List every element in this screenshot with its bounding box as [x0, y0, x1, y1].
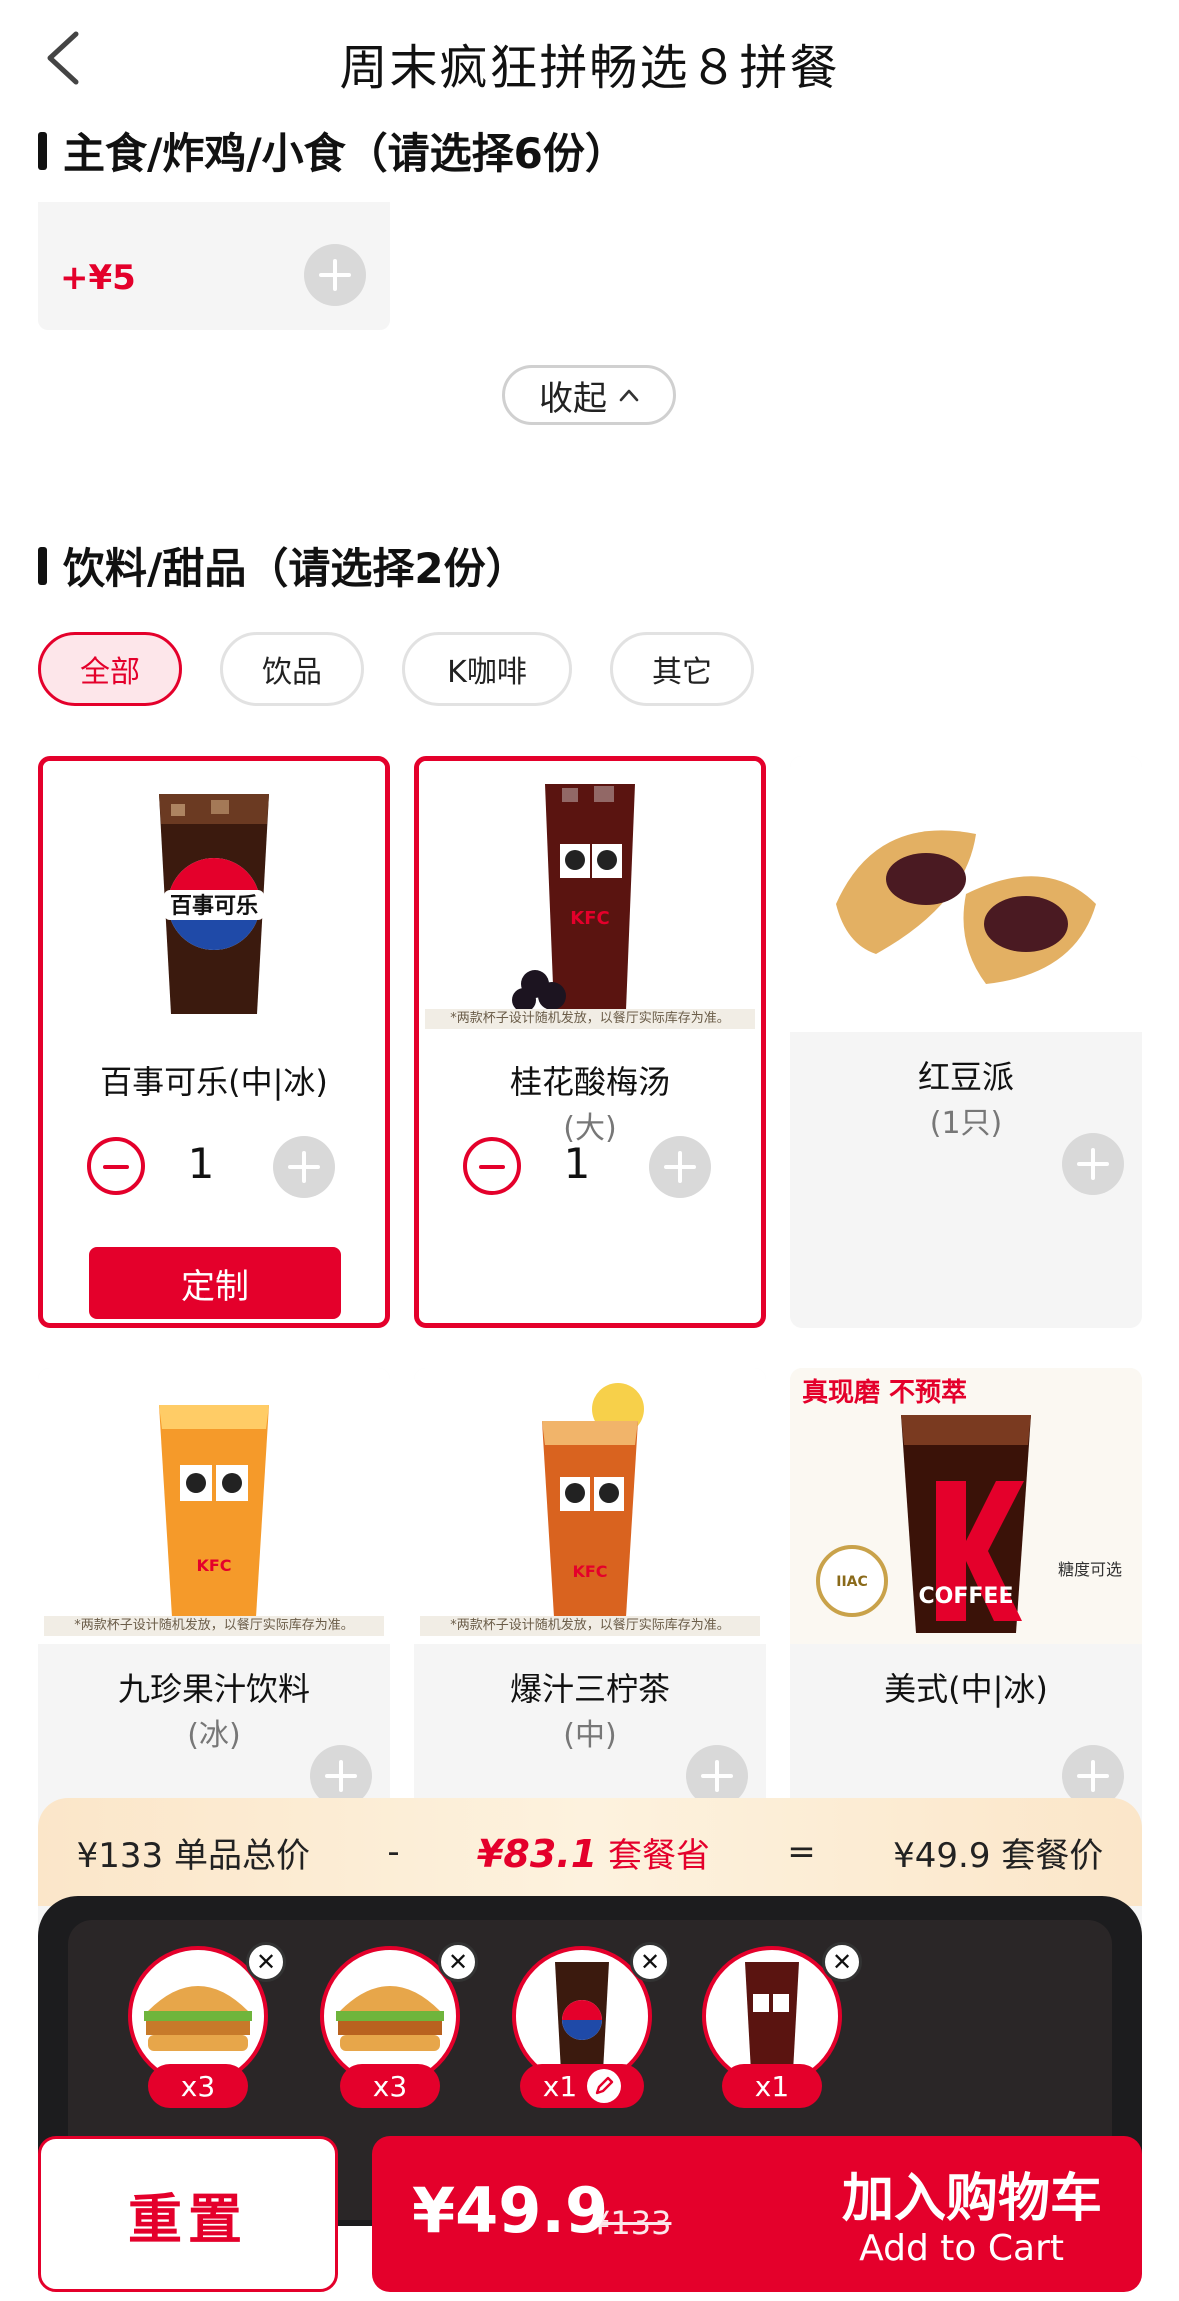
burger-icon — [336, 1986, 444, 2051]
add-to-cart-button[interactable]: ¥49.9 ¥133 加入购物车 Add to Cart — [372, 2136, 1142, 2292]
remove-item-icon[interactable]: ✕ — [630, 1942, 670, 1982]
add-icon[interactable] — [304, 244, 366, 306]
edit-icon[interactable] — [587, 2069, 622, 2103]
medal-text: IIAC — [836, 1574, 868, 1590]
lemon-tea-cup-icon: KFC — [542, 1383, 644, 1617]
product-image: KFC — [38, 1368, 390, 1644]
quantity-stepper: 1 — [463, 1136, 727, 1201]
product-name: 九珍果汁饮料 — [117, 1670, 310, 1708]
product-image: KFC — [414, 1368, 766, 1644]
equals-sign: = — [787, 1832, 816, 1872]
product-name: 桂花酸梅汤 — [509, 1063, 670, 1101]
product-image: 真现磨 不预萃 COFFEE IIAC 糖度可选 — [790, 1368, 1142, 1644]
product-image: 百事可乐 — [43, 761, 385, 1037]
original-total: ¥133 单品总价 — [76, 1835, 310, 1876]
section-marker — [38, 546, 47, 585]
cart-price: ¥49.9 — [412, 2174, 609, 2247]
cup-brand-text: KFC — [570, 908, 609, 929]
savings: ¥83.1 套餐省 — [477, 1828, 710, 1877]
product-image: KFC — [419, 761, 761, 1037]
cup-brand-text: 百事可乐 — [170, 893, 258, 919]
cup-brand-text: KFC — [572, 1562, 607, 1581]
section-title-drinks: 饮料/甜品（请选择2份） — [38, 535, 528, 596]
fresh-ground-badge: 真现磨 不预萃 — [802, 1378, 967, 1408]
tray-item-count: x1 — [542, 2069, 578, 2103]
coffee-cup-text: COFFEE — [919, 1584, 1014, 1609]
cup-brand-text: KFC — [196, 1556, 231, 1575]
cart-original-price: ¥133 — [590, 2204, 672, 2242]
plum-drink-cup-icon: KFC — [512, 784, 635, 1012]
product-card[interactable]: KFC *两款杯子设计随机发放，以餐厅实际库存为准。 桂花酸梅汤 (大) 1 — [414, 756, 766, 1328]
product-card[interactable]: 红豆派 (1只) — [790, 756, 1142, 1328]
tray-item-count: x1 — [722, 2064, 822, 2108]
cola-cup-icon: 百事可乐 — [159, 794, 269, 1014]
page-title: 周末疯狂拼畅选８拼餐 — [339, 40, 840, 96]
product-card[interactable]: 百事可乐 百事可乐(中|冰) 1 定制 — [38, 756, 390, 1328]
collapse-button[interactable]: 收起 — [502, 365, 676, 425]
remove-item-icon[interactable]: ✕ — [246, 1942, 286, 1982]
juice-cup-icon: KFC — [159, 1405, 269, 1617]
cola-cup-icon — [555, 1962, 609, 2072]
tab-k-coffee[interactable]: K咖啡 — [402, 632, 572, 706]
disclaimer-text: *两款杯子设计随机发放，以餐厅实际库存为准。 — [420, 1616, 760, 1636]
meal-price: ¥49.9 套餐价 — [893, 1835, 1104, 1876]
cart-subtitle: Add to Cart — [859, 2228, 1064, 2269]
quantity-value: 1 — [563, 1139, 591, 1188]
sugar-option-text: 糖度可选 — [1058, 1560, 1122, 1579]
product-name: 爆汁三柠茶 — [509, 1670, 670, 1708]
tab-all[interactable]: 全部 — [38, 632, 182, 706]
minus-sign: - — [387, 1832, 400, 1872]
reset-button[interactable]: 重置 — [38, 2136, 338, 2292]
remove-item-icon[interactable]: ✕ — [438, 1942, 478, 1982]
red-bean-pie-icon — [836, 830, 1096, 984]
chevron-up-icon — [619, 389, 639, 402]
tab-other[interactable]: 其它 — [610, 632, 754, 706]
section-title-main: 主食/炸鸡/小食（请选择6份） — [38, 120, 627, 181]
tray-item-count: x3 — [340, 2064, 440, 2108]
americano-cup-icon: 真现磨 不预萃 COFFEE IIAC 糖度可选 — [802, 1378, 1122, 1633]
tray-item-count: x3 — [148, 2064, 248, 2108]
section-marker — [38, 131, 47, 170]
price-addon: +¥5 — [60, 258, 136, 298]
disclaimer-text: *两款杯子设计随机发放，以餐厅实际库存为准。 — [425, 1009, 755, 1029]
plum-drink-cup-icon — [745, 1962, 799, 2072]
product-image — [790, 756, 1142, 1032]
product-name: 百事可乐(中|冰) — [100, 1063, 328, 1101]
remove-item-icon[interactable]: ✕ — [822, 1942, 862, 1982]
tray-item-count-editable[interactable]: x1 — [520, 2064, 644, 2108]
section-title-drinks-text: 饮料/甜品（请选择2份） — [63, 544, 528, 593]
minus-icon[interactable] — [87, 1137, 145, 1195]
minus-icon[interactable] — [463, 1137, 521, 1195]
quantity-stepper: 1 — [87, 1136, 351, 1201]
cart-title: 加入购物车 — [841, 2169, 1102, 2229]
burger-icon — [144, 1986, 252, 2051]
product-name: 美式(中|冰) — [884, 1670, 1048, 1708]
add-icon[interactable] — [1062, 1133, 1124, 1195]
quantity-value: 1 — [187, 1139, 215, 1188]
price-summary: ¥133 单品总价 - ¥83.1 套餐省 = ¥49.9 套餐价 — [38, 1798, 1142, 1906]
disclaimer-text: *两款杯子设计随机发放，以餐厅实际库存为准。 — [44, 1616, 384, 1636]
savings-label: 套餐省 — [607, 1835, 710, 1876]
collapse-label: 收起 — [539, 378, 607, 419]
section-title-main-text: 主食/炸鸡/小食（请选择6份） — [63, 129, 627, 178]
product-name: 红豆派 — [917, 1058, 1014, 1096]
customize-button[interactable]: 定制 — [89, 1247, 341, 1319]
savings-amount: ¥83.1 — [476, 1831, 598, 1876]
tab-drinks[interactable]: 饮品 — [220, 632, 364, 706]
add-icon[interactable] — [649, 1136, 711, 1198]
add-icon[interactable] — [273, 1136, 335, 1198]
